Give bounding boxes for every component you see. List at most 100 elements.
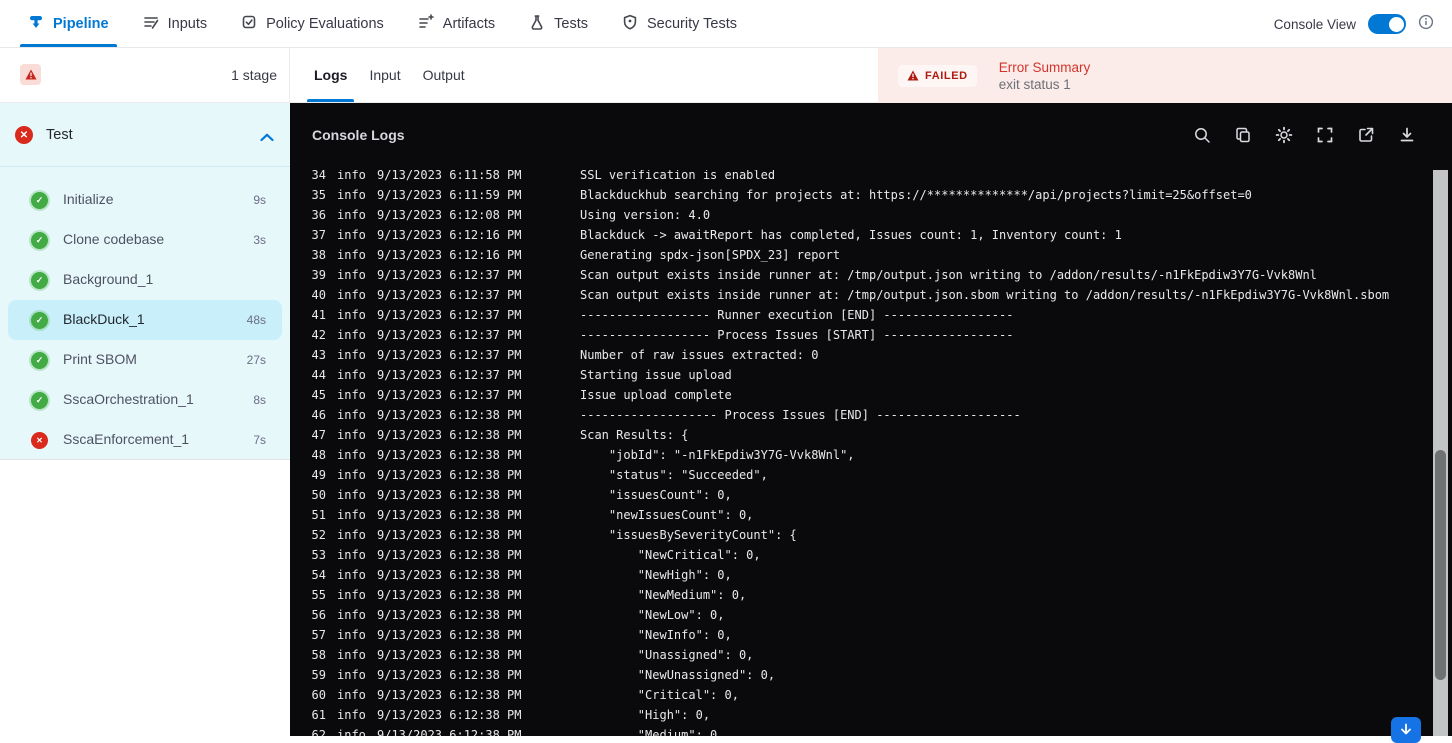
step-name: Background_1 — [63, 271, 153, 287]
log-timestamp: 9/13/2023 6:11:59 PM — [377, 185, 522, 205]
settings-icon[interactable] — [1275, 126, 1293, 144]
tab-artifacts[interactable]: Artifacts — [418, 0, 495, 47]
log-level: info — [337, 545, 366, 565]
log-line-number: 43 — [290, 345, 326, 365]
search-icon[interactable] — [1193, 126, 1211, 144]
tab-security-tests[interactable]: Security Tests — [622, 0, 737, 47]
log-line-number: 47 — [290, 425, 326, 445]
log-line: 44info9/13/2023 6:12:37 PMStarting issue… — [290, 365, 1452, 385]
step-duration: 27s — [247, 353, 266, 367]
open-in-new-icon[interactable] — [1357, 126, 1375, 144]
log-line-number: 44 — [290, 365, 326, 385]
copy-icon[interactable] — [1234, 126, 1252, 144]
log-level: info — [337, 365, 366, 385]
step-item[interactable]: ✓Background_1 — [8, 260, 282, 300]
log-level: info — [337, 445, 366, 465]
log-message: "NewLow": 0, — [580, 605, 725, 625]
log-rows: 34info9/13/2023 6:11:58 PMSSL verificati… — [290, 170, 1452, 736]
log-line: 35info9/13/2023 6:11:59 PMBlackduckhub s… — [290, 185, 1452, 205]
log-message: "High": 0, — [580, 705, 710, 725]
log-line: 61info9/13/2023 6:12:38 PM "High": 0, — [290, 705, 1452, 725]
tab-input[interactable]: Input — [358, 48, 411, 102]
tab-output[interactable]: Output — [412, 48, 476, 102]
log-line: 52info9/13/2023 6:12:38 PM "issuesBySeve… — [290, 525, 1452, 545]
tab-label: Logs — [314, 67, 347, 83]
log-message: ------------------ Process Issues [START… — [580, 325, 1013, 345]
download-icon[interactable] — [1398, 126, 1416, 144]
chevron-up-icon[interactable] — [260, 129, 274, 147]
scroll-to-bottom-button[interactable] — [1391, 717, 1421, 743]
pipeline-nav-tabs: Pipeline Inputs Policy Evaluations Artif… — [0, 0, 1452, 47]
step-duration: 3s — [253, 233, 266, 247]
tab-label: Pipeline — [53, 16, 109, 32]
log-line-number: 53 — [290, 545, 326, 565]
step-item[interactable]: ✓Clone codebase3s — [8, 220, 282, 260]
log-message: ------------------- Process Issues [END]… — [580, 405, 1021, 425]
log-timestamp: 9/13/2023 6:12:38 PM — [377, 585, 522, 605]
log-message: Issue upload complete — [580, 385, 732, 405]
log-line: 37info9/13/2023 6:12:16 PMBlackduck -> a… — [290, 225, 1452, 245]
log-level: info — [337, 665, 366, 685]
log-line: 51info9/13/2023 6:12:38 PM "newIssuesCou… — [290, 505, 1452, 525]
stage-name: Test — [46, 127, 73, 143]
console-view-toggle[interactable] — [1368, 14, 1406, 34]
log-level: info — [337, 485, 366, 505]
log-timestamp: 9/13/2023 6:12:38 PM — [377, 405, 522, 425]
log-timestamp: 9/13/2023 6:12:38 PM — [377, 565, 522, 585]
log-line-number: 50 — [290, 485, 326, 505]
artifacts-icon — [418, 14, 434, 34]
log-level: info — [337, 405, 366, 425]
stage-sidebar: ✕ Test ✓Initialize9s ✓ Clone codebase 3s ✓Ba… — [0, 103, 290, 736]
console-title: Console Logs — [312, 127, 405, 143]
log-message: "NewUnassigned": 0, — [580, 665, 775, 685]
active-tab-underline — [307, 99, 354, 102]
tab-label: Input — [369, 67, 400, 83]
log-message: Generating spdx-json[SPDX_23] report — [580, 245, 840, 265]
tab-pipeline[interactable]: Pipeline — [28, 0, 109, 47]
log-timestamp: 9/13/2023 6:12:37 PM — [377, 345, 522, 365]
log-level: info — [337, 170, 366, 185]
tab-policy-evaluations[interactable]: Policy Evaluations — [241, 0, 384, 47]
step-item[interactable]: ✓Initialize9s — [8, 180, 282, 220]
tests-icon — [529, 14, 545, 34]
step-name: SscaEnforcement_1 — [63, 431, 189, 447]
scrollbar-thumb[interactable] — [1435, 450, 1446, 680]
log-line: 54info9/13/2023 6:12:38 PM "NewHigh": 0, — [290, 565, 1452, 585]
tab-inputs[interactable]: Inputs — [143, 0, 208, 47]
policy-evaluations-icon — [241, 14, 257, 34]
log-level: info — [337, 305, 366, 325]
fullscreen-icon[interactable] — [1316, 126, 1334, 144]
log-line: 59info9/13/2023 6:12:38 PM "NewUnassigne… — [290, 665, 1452, 685]
step-name: Print SBOM — [63, 351, 137, 367]
log-line-number: 57 — [290, 625, 326, 645]
log-message: Number of raw issues extracted: 0 — [580, 345, 818, 365]
vertical-scrollbar[interactable] — [1433, 170, 1448, 736]
log-timestamp: 9/13/2023 6:12:37 PM — [377, 285, 522, 305]
step-name: Clone codebase — [63, 231, 164, 247]
log-timestamp: 9/13/2023 6:12:38 PM — [377, 725, 522, 736]
log-line: 47info9/13/2023 6:12:38 PMScan Results: … — [290, 425, 1452, 445]
log-level: info — [337, 425, 366, 445]
success-icon: ✓ — [31, 312, 48, 329]
log-level: info — [337, 205, 366, 225]
step-item[interactable]: ✕SscaEnforcement_17s — [8, 420, 282, 460]
failed-icon: ✕ — [15, 126, 33, 144]
info-icon[interactable] — [1418, 14, 1434, 35]
log-level: info — [337, 285, 366, 305]
log-message: Blackduck -> awaitReport has completed, … — [580, 225, 1122, 245]
step-item[interactable]: ✓Print SBOM27s — [8, 340, 282, 380]
tab-tests[interactable]: Tests — [529, 0, 588, 47]
console-header: Console Logs — [290, 103, 1452, 167]
log-level: info — [337, 625, 366, 645]
log-timestamp: 9/13/2023 6:11:58 PM — [377, 170, 522, 185]
tab-logs[interactable]: Logs — [303, 48, 358, 102]
log-level: info — [337, 505, 366, 525]
log-level: info — [337, 345, 366, 365]
stage-header-test[interactable]: ✕ Test — [0, 103, 290, 167]
step-item[interactable]: ✓SscaOrchestration_18s — [8, 380, 282, 420]
log-message: "Critical": 0, — [580, 685, 739, 705]
log-level: info — [337, 525, 366, 545]
step-item[interactable]: ✓BlackDuck_148s — [8, 300, 282, 340]
step-list: ✓Initialize9s ✓ Clone codebase 3s ✓Backgroun… — [0, 180, 290, 460]
log-line-number: 45 — [290, 385, 326, 405]
